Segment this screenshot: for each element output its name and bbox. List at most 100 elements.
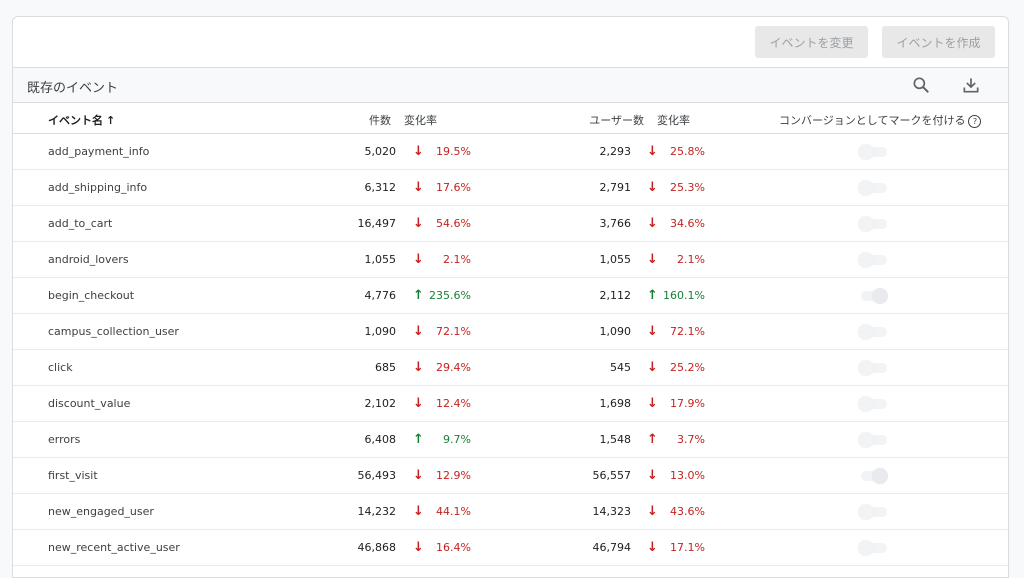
column-header-count[interactable]: 件数	[369, 112, 391, 128]
event-name: android_lovers	[48, 253, 129, 266]
table-header: イベント名 ↑ 件数 変化率 ユーザー数 変化率 コンバージョンとしてマークを付け…	[13, 103, 1008, 134]
table-row[interactable]: campus_collection_user 1,090 ↓ 72.1% 1,090 ↓ 7…	[13, 314, 1008, 350]
arrow-up-icon: ↑	[413, 288, 424, 303]
table-row[interactable]: click 685 ↓ 29.4% 545 ↓ 25.2%	[13, 350, 1008, 386]
users-change-percent: 43.6%	[670, 505, 705, 518]
arrow-up-icon: ↑	[647, 288, 658, 303]
event-name: new_engaged_user	[48, 505, 154, 518]
create-event-button[interactable]: イベントを作成	[882, 26, 995, 58]
arrow-down-icon: ↓	[413, 180, 424, 195]
toolbar: イベントを変更 イベントを作成	[13, 17, 1008, 68]
event-name: discount_value	[48, 397, 131, 410]
table-row[interactable]: discount_value 2,102 ↓ 12.4% 1,698 ↓ 17.9%	[13, 386, 1008, 422]
event-name: errors	[48, 433, 81, 446]
column-header-count-change[interactable]: 変化率	[404, 112, 437, 128]
conversion-toggle[interactable]	[858, 468, 888, 484]
conversion-toggle[interactable]	[858, 324, 888, 340]
count-change-percent: 16.4%	[436, 541, 471, 554]
conversion-toggle[interactable]	[858, 360, 888, 376]
toggle-knob	[858, 396, 874, 412]
toggle-knob	[872, 288, 888, 304]
arrow-down-icon: ↓	[413, 144, 424, 159]
count-change-percent: 19.5%	[436, 145, 471, 158]
column-header-event-name[interactable]: イベント名 ↑	[48, 112, 115, 128]
conversion-toggle[interactable]	[858, 180, 888, 196]
user-count: 56,557	[592, 469, 632, 482]
toggle-knob	[858, 360, 874, 376]
events-card: イベントを変更 イベントを作成 既存のイベント イベント名 ↑ 件数 変化率 ユー…	[12, 16, 1009, 578]
conversion-toggle[interactable]	[858, 432, 888, 448]
users-change-percent: 13.0%	[670, 469, 705, 482]
arrow-down-icon: ↓	[413, 216, 424, 231]
arrow-down-icon: ↓	[413, 468, 424, 483]
event-count: 46,868	[357, 541, 397, 554]
event-count: 685	[375, 361, 396, 374]
table-row[interactable]: add_shipping_info 6,312 ↓ 17.6% 2,791 ↓ 25.3%	[13, 170, 1008, 206]
user-count: 1,698	[599, 397, 632, 410]
user-count: 3,766	[599, 217, 632, 230]
table-row[interactable]: new_recent_active_user 46,868 ↓ 16.4% 46,794…	[13, 530, 1008, 566]
count-change-percent: 235.6%	[429, 289, 471, 302]
column-header-users[interactable]: ユーザー数	[589, 112, 644, 128]
table-row[interactable]: begin_checkout 4,776 ↑ 235.6% 2,112 ↑ 160.1%	[13, 278, 1008, 314]
table-row[interactable]: new_engaged_user 14,232 ↓ 44.1% 14,323 ↓ 43.6%	[13, 494, 1008, 530]
event-count: 6,408	[364, 433, 397, 446]
toggle-knob	[858, 540, 874, 556]
table-body: add_payment_info 5,020 ↓ 19.5% 2,293 ↓ 25.8% ad…	[13, 134, 1008, 566]
count-change-percent: 54.6%	[436, 217, 471, 230]
search-icon[interactable]	[911, 75, 931, 95]
user-count: 1,548	[599, 433, 632, 446]
count-change-percent: 17.6%	[436, 181, 471, 194]
arrow-down-icon: ↓	[647, 144, 658, 159]
arrow-down-icon: ↓	[647, 180, 658, 195]
user-count: 46,794	[592, 541, 632, 554]
conversion-toggle[interactable]	[858, 144, 888, 160]
arrow-down-icon: ↓	[413, 252, 424, 267]
conversion-toggle[interactable]	[858, 252, 888, 268]
arrow-down-icon: ↓	[647, 504, 658, 519]
conversion-toggle[interactable]	[858, 216, 888, 232]
download-icon[interactable]	[961, 75, 981, 95]
table-row[interactable]: first_visit 56,493 ↓ 12.9% 56,557 ↓ 13.0%	[13, 458, 1008, 494]
user-count: 545	[610, 361, 631, 374]
toggle-knob	[858, 144, 874, 160]
toggle-knob	[858, 252, 874, 268]
users-change-percent: 25.8%	[670, 145, 705, 158]
column-header-label: イベント名	[48, 114, 103, 127]
conversion-toggle[interactable]	[858, 540, 888, 556]
count-change-percent: 9.7%	[443, 433, 471, 446]
modify-event-button[interactable]: イベントを変更	[755, 26, 868, 58]
event-count: 1,055	[364, 253, 397, 266]
arrow-down-icon: ↓	[413, 504, 424, 519]
toggle-knob	[858, 180, 874, 196]
event-count: 1,090	[364, 325, 397, 338]
event-name: add_payment_info	[48, 145, 150, 158]
table-row[interactable]: add_to_cart 16,497 ↓ 54.6% 3,766 ↓ 34.6%	[13, 206, 1008, 242]
conversion-toggle[interactable]	[858, 396, 888, 412]
event-name: add_to_cart	[48, 217, 113, 230]
toggle-knob	[858, 504, 874, 520]
event-count: 6,312	[364, 181, 397, 194]
conversion-toggle[interactable]	[858, 288, 888, 304]
table-row[interactable]: errors 6,408 ↑ 9.7% 1,548 ↑ 3.7%	[13, 422, 1008, 458]
arrow-down-icon: ↓	[647, 360, 658, 375]
arrow-up-icon: ↑	[647, 432, 658, 447]
users-change-percent: 25.2%	[670, 361, 705, 374]
arrow-down-icon: ↓	[413, 324, 424, 339]
count-change-percent: 29.4%	[436, 361, 471, 374]
arrow-down-icon: ↓	[647, 468, 658, 483]
count-change-percent: 12.9%	[436, 469, 471, 482]
table-row[interactable]: add_payment_info 5,020 ↓ 19.5% 2,293 ↓ 25.8%	[13, 134, 1008, 170]
user-count: 14,323	[592, 505, 632, 518]
help-icon[interactable]: ?	[968, 114, 982, 128]
table-row[interactable]: android_lovers 1,055 ↓ 2.1% 1,055 ↓ 2.1%	[13, 242, 1008, 278]
count-change-percent: 72.1%	[436, 325, 471, 338]
event-name: begin_checkout	[48, 289, 135, 302]
users-change-percent: 3.7%	[677, 433, 705, 446]
arrow-down-icon: ↓	[647, 396, 658, 411]
conversion-toggle[interactable]	[858, 504, 888, 520]
column-header-users-change[interactable]: 変化率	[657, 112, 690, 128]
event-name: campus_collection_user	[48, 325, 179, 338]
user-count: 1,055	[599, 253, 632, 266]
column-header-conversion: コンバージョンとしてマークを付ける?	[779, 112, 982, 128]
